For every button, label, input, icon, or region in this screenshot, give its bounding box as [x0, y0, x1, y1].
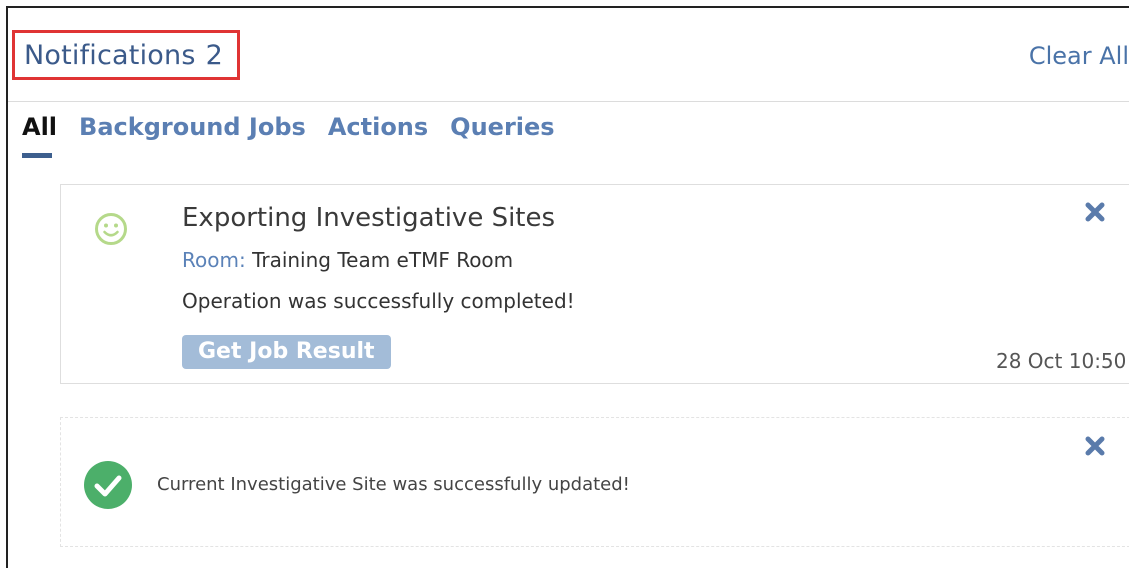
notification-card: Exporting Investigative Sites Room: Trai… [60, 184, 1129, 384]
title-label: Notifications [24, 40, 196, 71]
room-label: Room: [182, 248, 246, 272]
room-line: Room: Training Team eTMF Room [182, 248, 513, 272]
clear-all-link[interactable]: Clear All [1029, 42, 1129, 70]
tab-all[interactable]: All [22, 113, 57, 141]
tab-background-jobs[interactable]: Background Jobs [79, 113, 306, 141]
check-circle-icon [84, 461, 132, 509]
room-value: Training Team eTMF Room [252, 248, 514, 272]
close-icon[interactable] [1084, 435, 1106, 457]
tab-actions[interactable]: Actions [328, 113, 428, 141]
notifications-title: Notifications 2 [24, 40, 223, 71]
smile-icon [95, 213, 127, 245]
close-icon[interactable] [1084, 201, 1106, 223]
active-tab-indicator [22, 153, 52, 158]
header-divider [8, 101, 1129, 102]
get-job-result-button[interactable]: Get Job Result [182, 335, 391, 369]
notification-timestamp: 28 Oct 10:50 [996, 349, 1127, 373]
notification-message: Operation was successfully completed! [182, 289, 575, 313]
notification-count: 2 [205, 40, 223, 71]
tab-bar: All Background Jobs Actions Queries [22, 113, 577, 147]
notification-card: Current Investigative Site was successfu… [60, 417, 1129, 547]
tab-queries[interactable]: Queries [450, 113, 554, 141]
notification-title: Exporting Investigative Sites [182, 203, 556, 233]
notification-message: Current Investigative Site was successfu… [157, 474, 630, 495]
